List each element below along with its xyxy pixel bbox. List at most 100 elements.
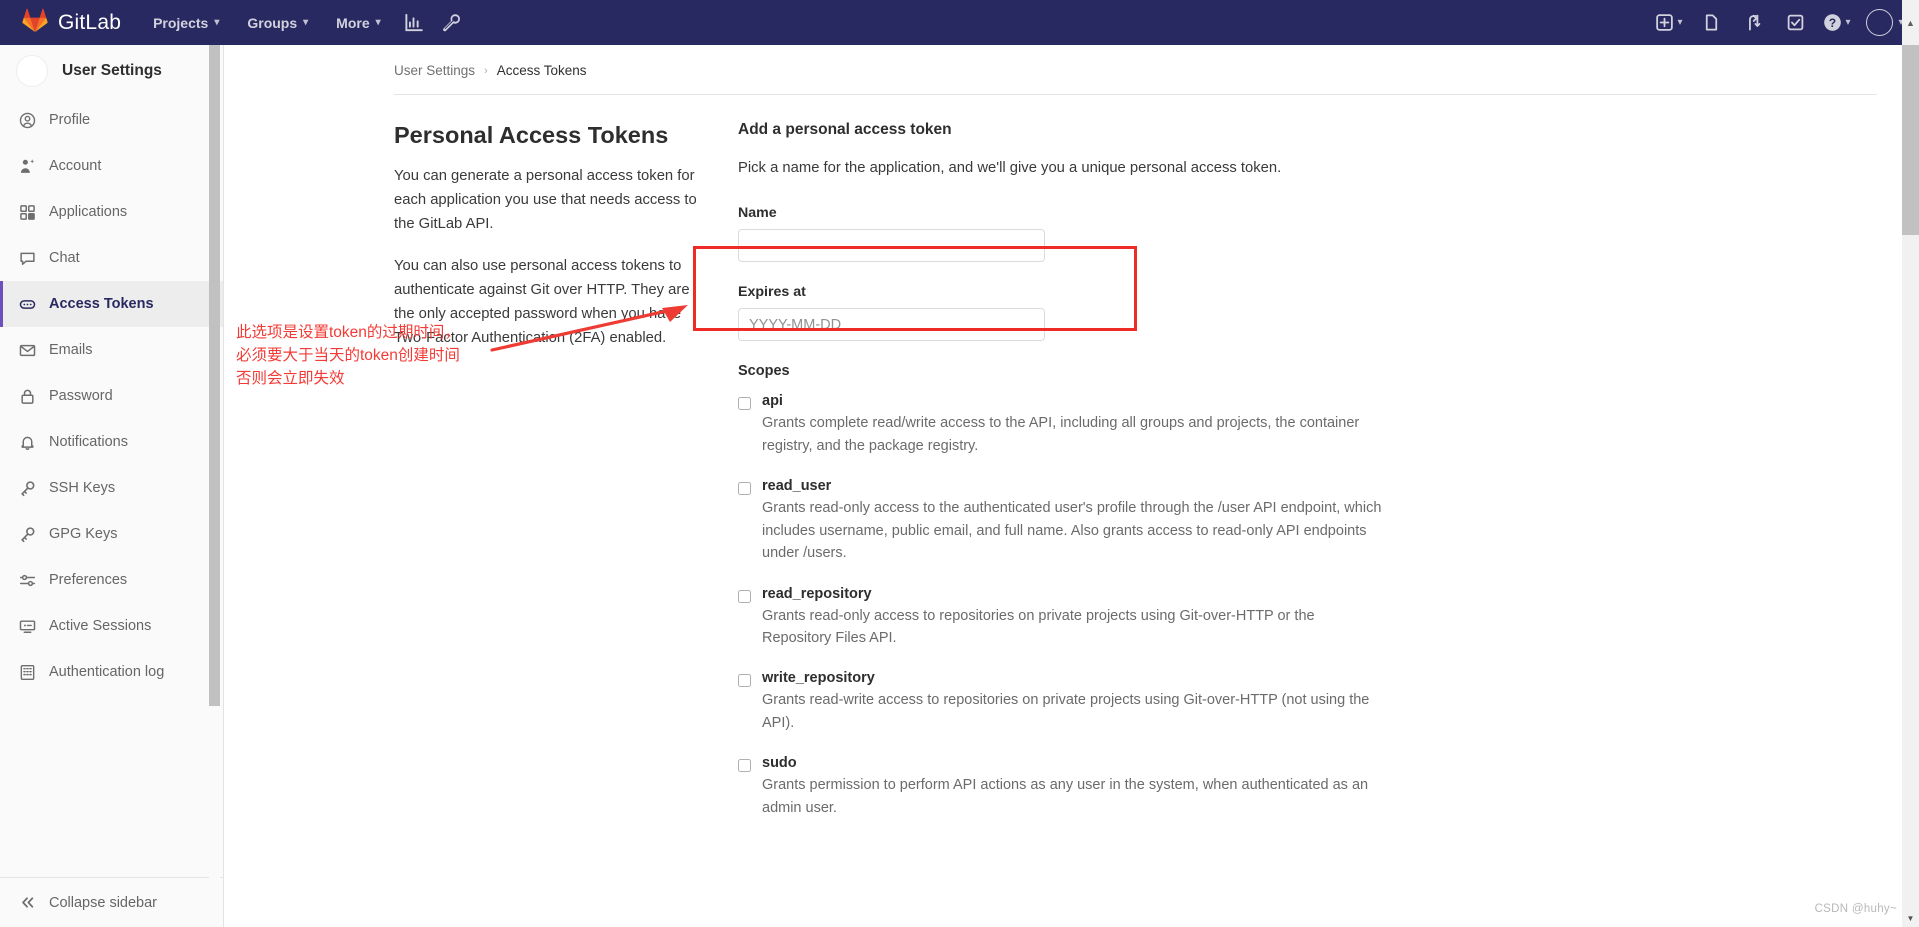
profile-user-icon bbox=[18, 111, 36, 129]
sidebar-item-active-sessions[interactable]: Active Sessions bbox=[0, 603, 223, 649]
analytics-chart-icon[interactable] bbox=[395, 0, 433, 45]
nav-links: Projects ▾ Groups ▾ More ▾ bbox=[139, 0, 471, 45]
monitor-icon bbox=[18, 617, 36, 635]
expires-at-input[interactable] bbox=[738, 308, 1045, 341]
sidebar-item-chat[interactable]: Chat bbox=[0, 235, 223, 281]
name-field-label: Name bbox=[738, 205, 1384, 221]
scope-description: Grants permission to perform API actions… bbox=[762, 774, 1384, 819]
expires-field-label: Expires at bbox=[738, 284, 1384, 300]
sidebar-item-notifications[interactable]: Notifications bbox=[0, 419, 223, 465]
scope-description: Grants read-write access to repositories… bbox=[762, 689, 1384, 734]
sidebar: User Settings Profile Account bbox=[0, 45, 224, 927]
sidebar-label: Access Tokens bbox=[49, 296, 154, 312]
sidebar-label: Emails bbox=[49, 342, 93, 358]
nav-link-more[interactable]: More ▾ bbox=[322, 0, 394, 45]
sidebar-item-ssh-keys[interactable]: SSH Keys bbox=[0, 465, 223, 511]
new-plus-square-icon[interactable]: ▾ bbox=[1649, 0, 1689, 45]
collapse-sidebar-button[interactable]: Collapse sidebar bbox=[0, 878, 224, 927]
scope-head: write_repository bbox=[738, 670, 1384, 687]
left-description-column: Personal Access Tokens You can generate … bbox=[394, 121, 724, 840]
sidebar-item-profile[interactable]: Profile bbox=[0, 97, 223, 143]
nav-more-label: More bbox=[336, 15, 369, 31]
nav-link-groups[interactable]: Groups ▾ bbox=[233, 0, 322, 45]
top-navbar: GitLab Projects ▾ Groups ▾ More ▾ bbox=[0, 0, 1919, 45]
collapse-sidebar-label: Collapse sidebar bbox=[49, 895, 157, 911]
token-form-column: Add a personal access token Pick a name … bbox=[724, 121, 1384, 840]
scope-checkbox-write-repository[interactable] bbox=[738, 674, 751, 687]
scope-checkbox-sudo[interactable] bbox=[738, 759, 751, 772]
scope-row-write-repository: write_repository Grants read-write acces… bbox=[738, 670, 1384, 734]
scope-checkbox-read-repository[interactable] bbox=[738, 590, 751, 603]
sidebar-item-account[interactable]: Account bbox=[0, 143, 223, 189]
scope-name: api bbox=[762, 393, 783, 409]
watermark: CSDN @huhy~ bbox=[1815, 903, 1897, 915]
scope-name: read_repository bbox=[762, 586, 872, 602]
sidebar-item-gpg-keys[interactable]: GPG Keys bbox=[0, 511, 223, 557]
scope-checkbox-read-user[interactable] bbox=[738, 482, 751, 495]
nav-link-projects[interactable]: Projects ▾ bbox=[139, 0, 233, 45]
gitlab-brand[interactable]: GitLab bbox=[0, 0, 139, 45]
page-title: Personal Access Tokens bbox=[394, 121, 704, 149]
page-scrollbar-thumb[interactable] bbox=[1902, 45, 1919, 235]
scope-name: read_user bbox=[762, 478, 831, 494]
sidebar-label: Applications bbox=[49, 204, 127, 220]
preferences-sliders-icon bbox=[18, 571, 36, 589]
log-grid-icon bbox=[18, 663, 36, 681]
form-description: Pick a name for the application, and we'… bbox=[738, 157, 1384, 179]
sidebar-label: Profile bbox=[49, 112, 90, 128]
sidebar-label: Password bbox=[49, 388, 113, 404]
scrollbar-up-arrow[interactable]: ▲ bbox=[1902, 0, 1919, 45]
sidebar-header: User Settings bbox=[0, 45, 223, 97]
sidebar-label: Authentication log bbox=[49, 664, 164, 680]
sidebar-item-emails[interactable]: Emails bbox=[0, 327, 223, 373]
token-pill-icon bbox=[18, 295, 36, 313]
help-question-icon[interactable]: ? ▾ bbox=[1817, 0, 1857, 45]
scope-row-read-repository: read_repository Grants read-only access … bbox=[738, 586, 1384, 650]
scope-head: read_user bbox=[738, 478, 1384, 495]
sidebar-item-applications[interactable]: Applications bbox=[0, 189, 223, 235]
todos-checkbox-icon[interactable] bbox=[1775, 0, 1815, 45]
sidebar-item-access-tokens[interactable]: Access Tokens bbox=[0, 281, 223, 327]
scopes-title: Scopes bbox=[738, 363, 1384, 379]
scope-head: read_repository bbox=[738, 586, 1384, 603]
double-chevron-left-icon bbox=[18, 894, 36, 912]
scope-head: api bbox=[738, 393, 1384, 410]
scope-row-api: api Grants complete read/write access to… bbox=[738, 393, 1384, 457]
sidebar-footer: Collapse sidebar bbox=[0, 877, 224, 927]
name-input[interactable] bbox=[738, 229, 1045, 262]
scrollbar-down-arrow[interactable]: ▼ bbox=[1902, 910, 1919, 927]
chevron-down-icon: ▾ bbox=[214, 17, 219, 28]
avatar bbox=[1866, 9, 1893, 36]
breadcrumb-separator: › bbox=[484, 65, 488, 77]
svg-text:?: ? bbox=[1829, 16, 1836, 30]
sidebar-item-preferences[interactable]: Preferences bbox=[0, 557, 223, 603]
issues-document-icon[interactable] bbox=[1691, 0, 1731, 45]
applications-grid-icon bbox=[18, 203, 36, 221]
admin-wrench-icon[interactable] bbox=[433, 0, 471, 45]
account-gear-icon bbox=[18, 157, 36, 175]
sidebar-label: GPG Keys bbox=[49, 526, 118, 542]
page-scrollbar[interactable]: ▼ bbox=[1902, 45, 1919, 927]
expires-field-group: Expires at bbox=[738, 284, 1384, 341]
sidebar-label: Preferences bbox=[49, 572, 127, 588]
scope-head: sudo bbox=[738, 755, 1384, 772]
name-field-group: Name bbox=[738, 205, 1384, 262]
navbar-right: ▾ ? ▾ bbox=[1649, 0, 1919, 45]
breadcrumb: User Settings › Access Tokens bbox=[224, 45, 1907, 78]
brand-label: GitLab bbox=[58, 11, 121, 35]
chevron-down-icon: ▾ bbox=[303, 17, 308, 28]
sidebar-item-password[interactable]: Password bbox=[0, 373, 223, 419]
scope-description: Grants read-only access to the authentic… bbox=[762, 497, 1384, 564]
chevron-down-icon: ▾ bbox=[1845, 17, 1850, 28]
key-icon bbox=[18, 525, 36, 543]
scope-row-sudo: sudo Grants permission to perform API ac… bbox=[738, 755, 1384, 819]
sidebar-scrollbar[interactable] bbox=[209, 45, 220, 927]
sidebar-item-authentication-log[interactable]: Authentication log bbox=[0, 649, 223, 695]
sidebar-scrollbar-thumb[interactable] bbox=[209, 45, 220, 706]
chat-bubble-icon bbox=[18, 249, 36, 267]
merge-requests-icon[interactable] bbox=[1733, 0, 1773, 45]
scope-checkbox-api[interactable] bbox=[738, 397, 751, 410]
breadcrumb-parent[interactable]: User Settings bbox=[394, 63, 475, 78]
notification-bell-icon bbox=[18, 433, 36, 451]
chevron-down-icon: ▾ bbox=[376, 17, 381, 28]
